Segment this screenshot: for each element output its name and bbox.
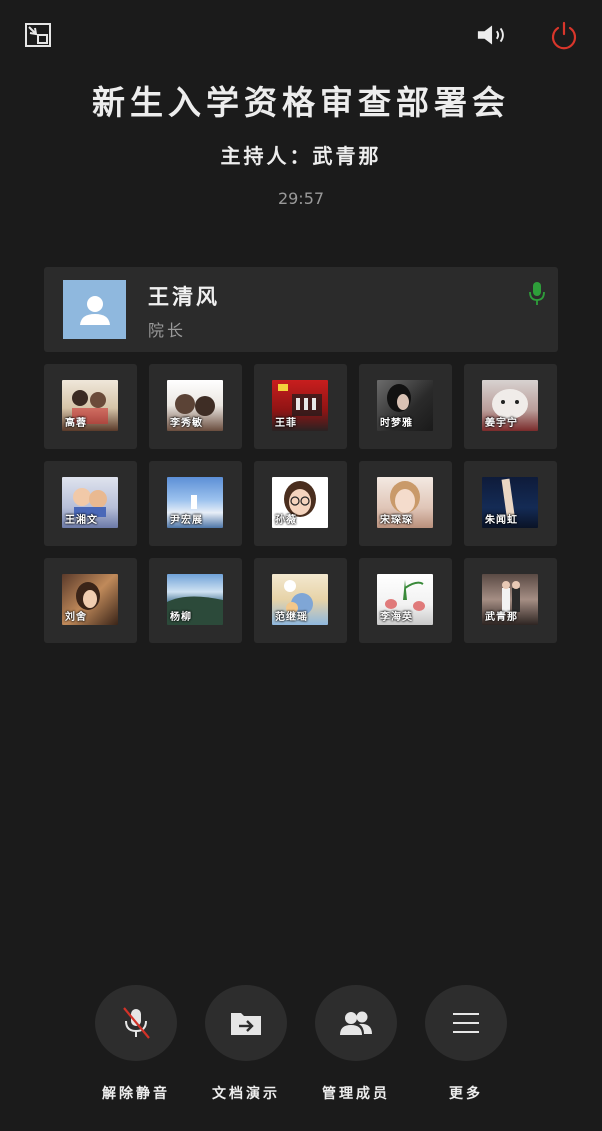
mic-muted-icon bbox=[123, 1007, 150, 1039]
participant-tile[interactable]: 尹宏展 bbox=[149, 461, 242, 546]
participant-thumbnail: 时梦雅 bbox=[377, 380, 433, 431]
power-icon bbox=[551, 21, 577, 50]
participant-name: 李秀敏 bbox=[170, 418, 203, 429]
participant-thumbnail: 高蓉 bbox=[62, 380, 118, 431]
more-circle bbox=[425, 985, 507, 1061]
participant-thumbnail: 刘舍 bbox=[62, 574, 118, 625]
participant-thumbnail: 李海英 bbox=[377, 574, 433, 625]
more-label: 更多 bbox=[449, 1086, 483, 1102]
participant-thumbnail: 范继瑶 bbox=[272, 574, 328, 625]
end-meeting-button[interactable] bbox=[547, 18, 581, 52]
meeting-title: 新生入学资格审查部署会 bbox=[92, 83, 510, 122]
participant-name: 时梦雅 bbox=[380, 418, 413, 429]
participant-name: 朱闻虹 bbox=[485, 515, 518, 526]
meeting-timer: 29:57 bbox=[277, 189, 325, 208]
participant-tile[interactable]: 姜宇宁 bbox=[464, 364, 557, 449]
participant-thumbnail: 王菲 bbox=[272, 380, 328, 431]
document-presentation-button[interactable]: 文档演示 bbox=[205, 985, 287, 1103]
participant-name: 李海英 bbox=[380, 612, 413, 623]
folder-share-icon bbox=[231, 1013, 261, 1035]
participant-thumbnail: 姜宇宁 bbox=[482, 380, 538, 431]
participant-name: 武青那 bbox=[485, 612, 518, 623]
participant-thumbnail: 宋琛琛 bbox=[377, 477, 433, 528]
docs-label: 文档演示 bbox=[212, 1086, 280, 1102]
manage-members-button[interactable]: 管理成员 bbox=[315, 985, 397, 1103]
participant-name: 姜宇宁 bbox=[485, 418, 518, 429]
participant-thumbnail: 杨柳 bbox=[167, 574, 223, 625]
participant-tile[interactable]: 李海英 bbox=[359, 558, 452, 643]
participant-tile[interactable]: 王菲 bbox=[254, 364, 347, 449]
participant-tile[interactable]: 高蓉 bbox=[44, 364, 137, 449]
participant-thumbnail: 王湘文 bbox=[62, 477, 118, 528]
participant-name: 孙薇 bbox=[275, 515, 297, 526]
members-label: 管理成员 bbox=[322, 1086, 390, 1102]
avatar bbox=[63, 280, 126, 339]
participant-name: 高蓉 bbox=[65, 418, 87, 429]
participant-tile[interactable]: 王湘文 bbox=[44, 461, 137, 546]
participant-name: 尹宏展 bbox=[170, 515, 203, 526]
unmute-button[interactable]: 解除静音 bbox=[95, 985, 177, 1103]
participant-tile[interactable]: 李秀敏 bbox=[149, 364, 242, 449]
participant-name: 王湘文 bbox=[65, 515, 98, 526]
participant-name: 杨柳 bbox=[170, 612, 192, 623]
menu-icon bbox=[453, 1013, 479, 1033]
meeting-host: 主持人：武青那 bbox=[220, 144, 382, 168]
participant-tile[interactable]: 刘舍 bbox=[44, 558, 137, 643]
participant-thumbnail: 武青那 bbox=[482, 574, 538, 625]
participant-thumbnail: 尹宏展 bbox=[167, 477, 223, 528]
members-circle bbox=[315, 985, 397, 1061]
default-user-icon bbox=[79, 295, 110, 325]
participant-tile[interactable]: 时梦雅 bbox=[359, 364, 452, 449]
meeting-screen: 新生入学资格审查部署会 主持人：武青那 29:57 王清风 院长 高蓉 李秀敏 … bbox=[0, 0, 602, 1131]
participant-grid: 高蓉 李秀敏 王菲 时梦雅 姜宇宁 王湘文 尹宏展 孙薇 宋琛琛 朱闻虹 刘舍 … bbox=[44, 364, 558, 643]
unmute-circle bbox=[95, 985, 177, 1061]
participant-name: 王菲 bbox=[275, 418, 297, 429]
participant-tile[interactable]: 朱闻虹 bbox=[464, 461, 557, 546]
speaker-name: 王清风 bbox=[148, 284, 220, 309]
members-icon bbox=[340, 1011, 372, 1035]
participant-thumbnail: 朱闻虹 bbox=[482, 477, 538, 528]
speaker-button[interactable] bbox=[476, 18, 510, 52]
participant-tile[interactable]: 孙薇 bbox=[254, 461, 347, 546]
participant-name: 刘舍 bbox=[65, 612, 87, 623]
participant-thumbnail: 李秀敏 bbox=[167, 380, 223, 431]
docs-circle bbox=[205, 985, 287, 1061]
more-button[interactable]: 更多 bbox=[425, 985, 507, 1103]
participant-tile[interactable]: 武青那 bbox=[464, 558, 557, 643]
speaker-icon bbox=[477, 25, 504, 45]
minimize-window-button[interactable] bbox=[21, 18, 55, 52]
participant-thumbnail: 孙薇 bbox=[272, 477, 328, 528]
participant-tile[interactable]: 宋琛琛 bbox=[359, 461, 452, 546]
participant-name: 范继瑶 bbox=[275, 612, 308, 623]
unmute-label: 解除静音 bbox=[102, 1086, 170, 1102]
participant-tile[interactable]: 范继瑶 bbox=[254, 558, 347, 643]
minimize-window-icon bbox=[25, 23, 51, 47]
mic-active-icon bbox=[529, 281, 545, 311]
participant-tile[interactable]: 杨柳 bbox=[149, 558, 242, 643]
participant-name: 宋琛琛 bbox=[380, 515, 413, 526]
active-speaker-card[interactable]: 王清风 院长 bbox=[44, 267, 558, 352]
speaker-role: 院长 bbox=[148, 321, 187, 340]
